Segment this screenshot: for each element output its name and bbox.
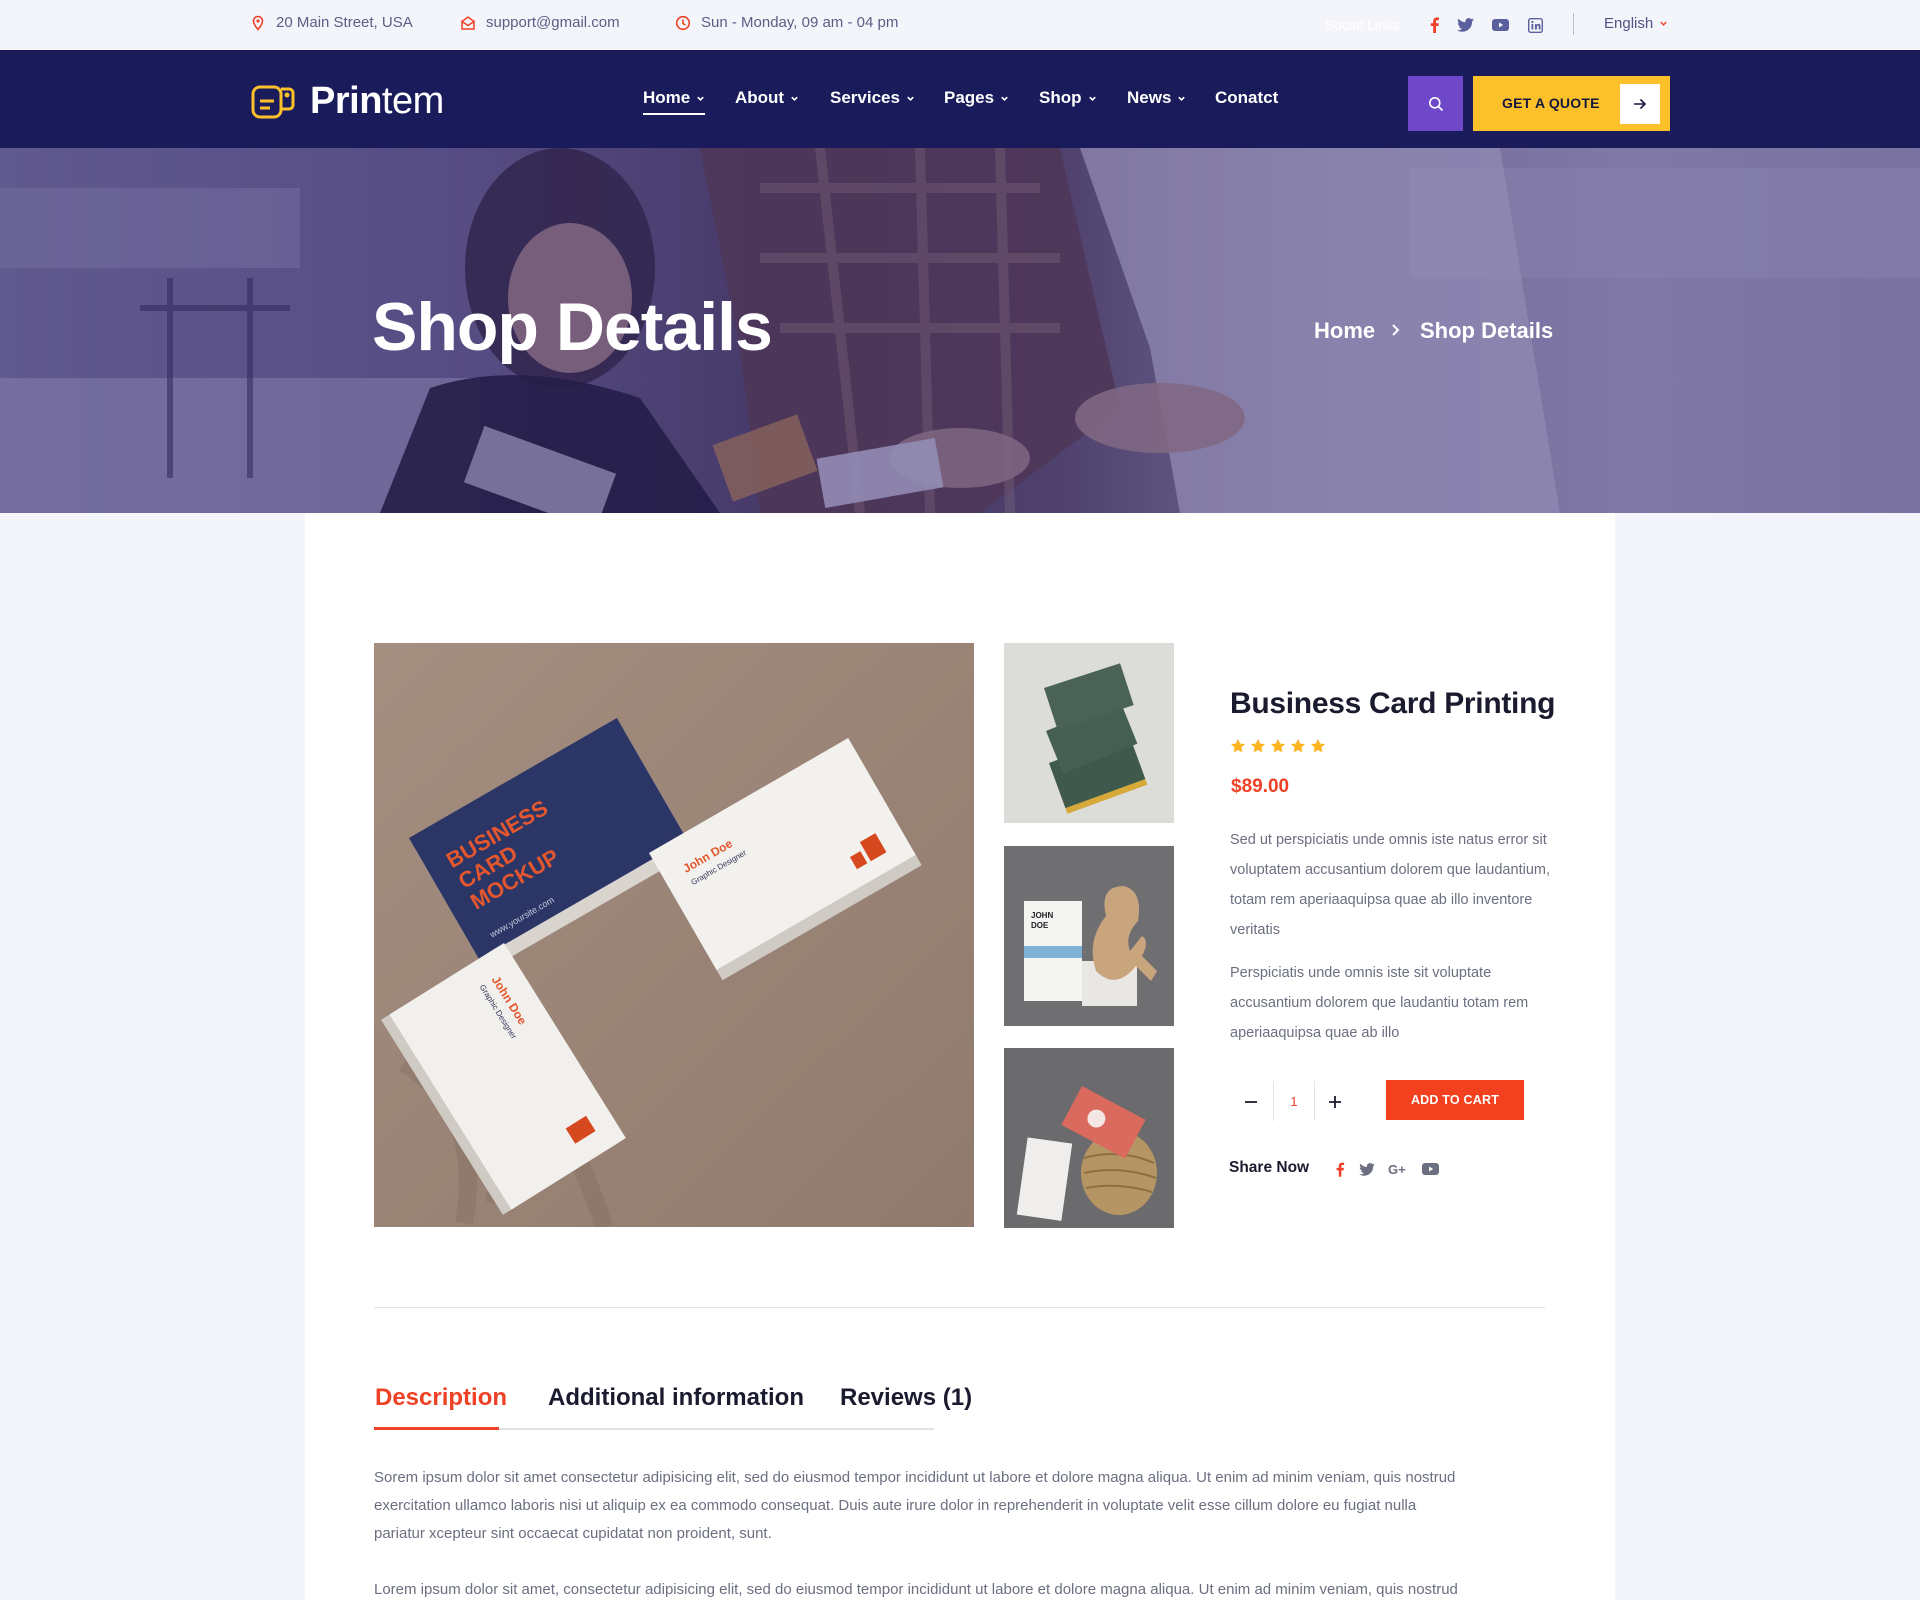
get-quote-label: GET A QUOTE [1502, 95, 1600, 111]
star-icon [1251, 739, 1265, 753]
nav-pages[interactable]: Pages [944, 88, 1009, 108]
youtube-icon[interactable] [1420, 1159, 1440, 1179]
language-label[interactable]: English [1604, 15, 1653, 32]
quantity-decrease-button[interactable] [1236, 1087, 1266, 1117]
product-main-image[interactable]: BUSINESS CARD MOCKUP www.yoursite.com Jo… [374, 643, 974, 1227]
product-rating [1230, 738, 1326, 754]
email-text[interactable]: support@gmail.com [486, 14, 620, 31]
facebook-icon[interactable] [1330, 1159, 1350, 1179]
quantity-increase-button[interactable] [1320, 1087, 1350, 1117]
address-text: 20 Main Street, USA [276, 14, 413, 31]
minus-icon [1245, 1101, 1257, 1103]
twitter-icon[interactable] [1455, 15, 1475, 35]
add-to-cart-button[interactable]: ADD TO CART [1386, 1080, 1524, 1120]
chevron-down-icon [1178, 96, 1186, 101]
hours-info: Sun - Monday, 09 am - 04 pm [675, 14, 898, 31]
envelope-icon [461, 15, 475, 30]
chevron-down-icon [1088, 96, 1096, 101]
svg-text:JOHN: JOHN [1031, 911, 1053, 920]
tab-reviews[interactable]: Reviews (1) [840, 1384, 972, 1412]
product-short-description: Sed ut perspiciatis unde omnis iste natu… [1230, 832, 1550, 938]
chevron-down-icon [791, 96, 798, 101]
language-selector[interactable]: English [1604, 15, 1668, 32]
youtube-icon[interactable] [1490, 15, 1510, 35]
active-tab-indicator [374, 1427, 499, 1430]
google-plus-icon[interactable]: G+ [1388, 1159, 1408, 1179]
nav-home[interactable]: Home [643, 88, 706, 115]
chevron-right-icon [1392, 324, 1400, 336]
breadcrumb-home[interactable]: Home [1314, 318, 1375, 344]
section-divider [374, 1307, 1545, 1308]
description-paragraph-2: Lorem ipsum dolor sit amet, consectetur … [374, 1581, 1458, 1598]
facebook-icon[interactable] [1424, 15, 1444, 35]
star-icon [1311, 739, 1325, 753]
twitter-icon[interactable] [1357, 1159, 1377, 1179]
linkedin-icon[interactable] [1525, 15, 1545, 35]
arrow-right-icon [1620, 84, 1660, 124]
top-bar: 20 Main Street, USA support@gmail.com Su… [0, 0, 1920, 50]
map-pin-icon [252, 15, 264, 31]
page-title: Shop Details [372, 289, 773, 365]
hours-text: Sun - Monday, 09 am - 04 pm [701, 14, 899, 31]
nav-news[interactable]: News [1127, 88, 1186, 108]
search-icon [1428, 96, 1443, 111]
product-thumbnail-3[interactable] [1004, 1048, 1174, 1228]
address-info: 20 Main Street, USA [250, 14, 413, 31]
site-logo[interactable]: Printem [250, 80, 444, 123]
tab-description[interactable]: Description [375, 1384, 507, 1412]
main-navbar: Printem Home About Services Pages Shop N… [0, 50, 1920, 148]
clock-icon [675, 15, 691, 30]
product-price: $89.00 [1231, 776, 1290, 797]
social-links-label: Social Links [1325, 17, 1400, 33]
search-button[interactable] [1408, 76, 1463, 131]
topbar-divider [1573, 13, 1574, 35]
printer-roll-icon [251, 85, 295, 118]
product-short-description-2: Perspiciatis unde omnis iste sit volupta… [1230, 965, 1529, 1041]
logo-wordmark: Printem [310, 80, 444, 122]
email-info[interactable]: support@gmail.com [460, 14, 620, 31]
chevron-down-icon [697, 96, 705, 101]
chevron-down-icon [1001, 96, 1008, 101]
nav-shop[interactable]: Shop [1039, 88, 1097, 108]
svg-text:G+: G+ [1388, 1162, 1406, 1176]
star-icon [1291, 739, 1305, 753]
tab-additional-information[interactable]: Additional information [548, 1384, 804, 1412]
breadcrumb-current: Shop Details [1420, 318, 1554, 343]
chevron-down-icon [907, 96, 914, 101]
product-thumbnail-1[interactable] [1004, 643, 1174, 823]
share-label: Share Now [1229, 1159, 1310, 1176]
plus-icon [1329, 1096, 1341, 1108]
star-icon [1231, 739, 1245, 753]
product-thumbnail-2[interactable]: JOHN DOE [1004, 846, 1174, 1026]
get-quote-button[interactable]: GET A QUOTE [1473, 76, 1670, 131]
quantity-input[interactable]: 1 [1273, 1081, 1315, 1121]
nav-contact[interactable]: Conatct [1215, 88, 1278, 108]
svg-text:DOE: DOE [1031, 921, 1049, 930]
hero-overlay [0, 148, 1920, 513]
product-title: Business Card Printing [1230, 687, 1556, 720]
star-icon [1271, 739, 1285, 753]
page-hero-banner: Shop Details Home Shop Details [0, 148, 1920, 513]
nav-about[interactable]: About [735, 88, 799, 108]
chevron-down-icon [1660, 21, 1667, 26]
description-paragraph-1: Sorem ipsum dolor sit amet consectetur a… [374, 1469, 1456, 1542]
nav-services[interactable]: Services [830, 88, 915, 108]
